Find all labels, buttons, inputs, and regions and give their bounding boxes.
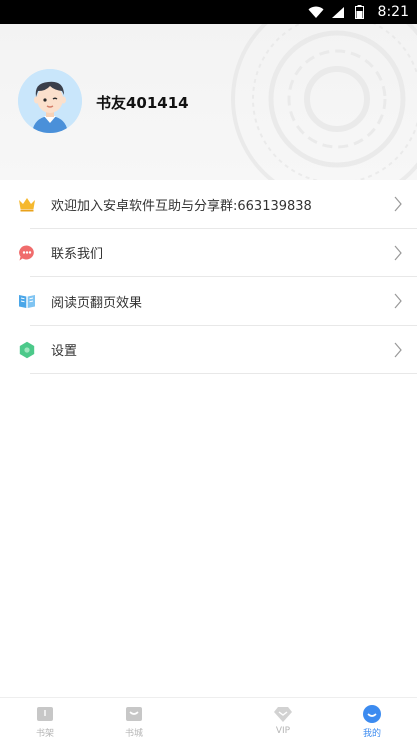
chevron-right-icon [394, 196, 402, 212]
avatar-boy-icon [18, 69, 82, 133]
chevron-right-icon [394, 293, 402, 309]
tab-vip[interactable]: VIP [253, 698, 313, 742]
battery-icon [352, 5, 368, 19]
tab-label: VIP [275, 726, 291, 736]
menu-item-join-group[interactable]: 欢迎加入安卓软件互助与分享群:663139838 [0, 180, 417, 229]
menu-item-label: 阅读页翻页效果 [51, 295, 143, 311]
profile-smile-icon [362, 704, 382, 724]
chat-bubble-icon [18, 244, 36, 262]
menu-item-label: 联系我们 [51, 247, 104, 263]
menu-item-contact-us[interactable]: 联系我们 [0, 229, 417, 277]
tab-label: 书城 [124, 729, 143, 739]
tab-label: 书架 [35, 729, 54, 739]
tab-bookstore[interactable]: 书城 [104, 698, 164, 742]
menu-item-label: 设置 [51, 344, 78, 360]
tab-label: 我的 [362, 729, 381, 739]
hexagon-settings-icon [18, 341, 36, 359]
bottom-tab-bar: 书架 书城 VIP 我的 [0, 697, 417, 742]
menu-item-settings[interactable]: 设置 [0, 326, 417, 374]
divider [30, 373, 417, 374]
menu-item-label: 欢迎加入安卓软件互助与分享群:663139838 [51, 198, 312, 214]
profile-header: 书友401414 [0, 24, 417, 180]
status-bar: 8:21 [0, 0, 417, 24]
wifi-icon [308, 5, 324, 19]
menu-list: 欢迎加入安卓软件互助与分享群:663139838 联系我们 阅读页翻页效果 设置 [0, 180, 417, 374]
avatar[interactable] [18, 69, 82, 133]
menu-item-page-turn-effect[interactable]: 阅读页翻页效果 [0, 277, 417, 326]
username: 书友401414 [96, 94, 189, 112]
diamond-icon [273, 704, 293, 724]
book-open-icon [18, 292, 36, 310]
status-time: 8:21 [377, 4, 409, 20]
chevron-right-icon [394, 245, 402, 260]
tab-bookshelf[interactable]: 书架 [15, 698, 75, 742]
crown-icon [18, 195, 36, 213]
tab-mine[interactable]: 我的 [342, 698, 402, 742]
chevron-right-icon [394, 342, 402, 357]
bookshelf-icon [35, 704, 55, 724]
signal-icon [330, 5, 346, 19]
bookstore-icon [124, 704, 144, 724]
header-swirl-decoration [231, 24, 417, 180]
